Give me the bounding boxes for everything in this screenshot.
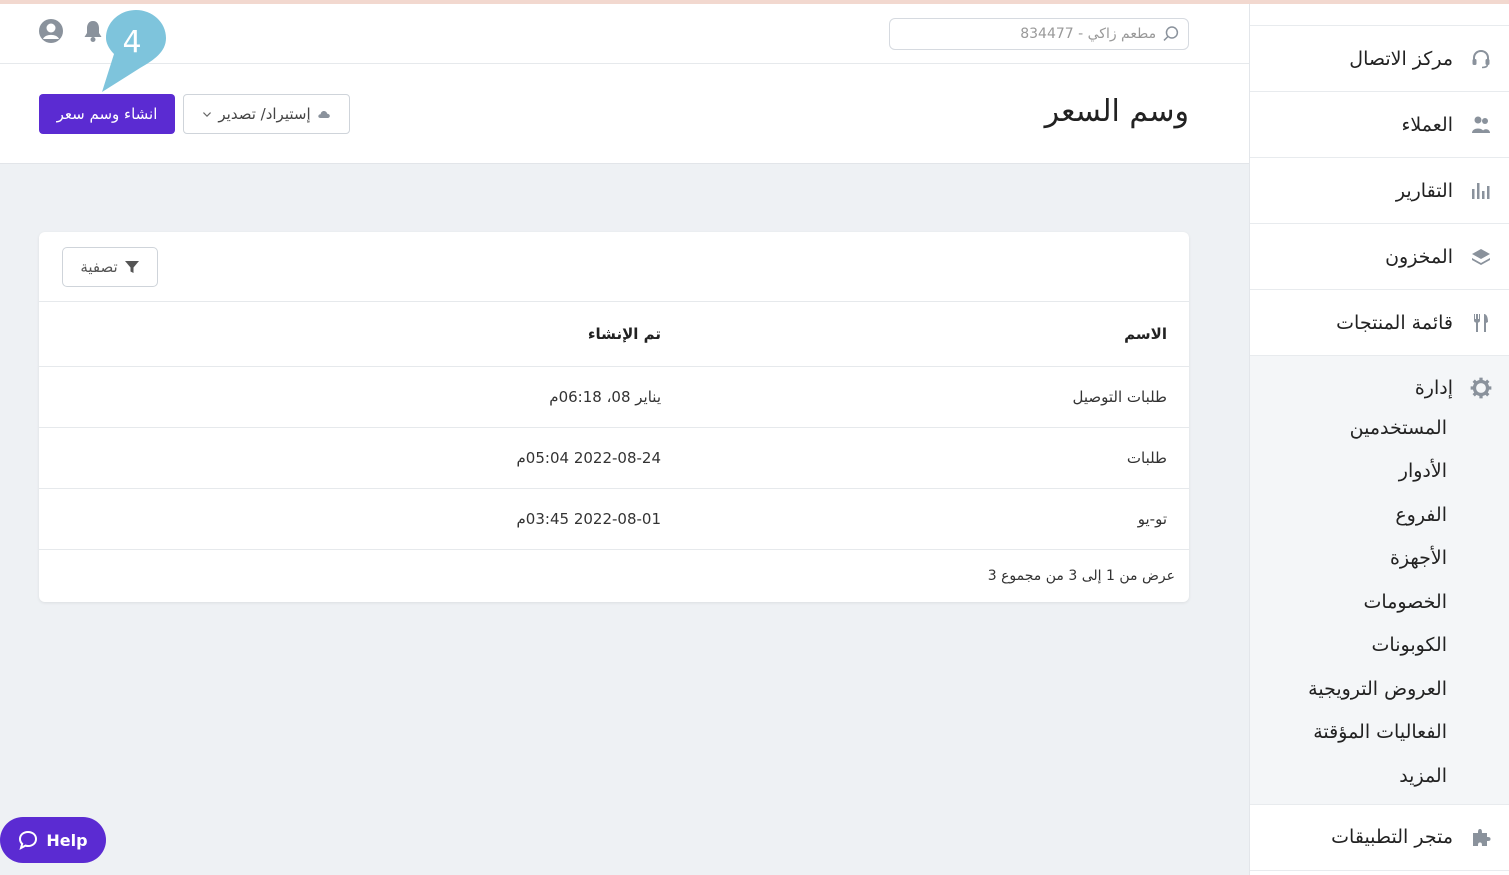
row-name[interactable]: تو-يو <box>661 488 1189 550</box>
table-row[interactable]: طلبات 2022-08-24 05:04م <box>39 427 1189 489</box>
sidebar-subitem-discounts[interactable]: الخصومات <box>1250 580 1509 624</box>
sidebar-subitem-timed-events[interactable]: الفعاليات المؤقتة <box>1250 711 1509 755</box>
fork-knife-icon <box>1469 311 1493 335</box>
search-icon <box>1163 26 1179 41</box>
sidebar-item-admin[interactable]: إدارة <box>1250 370 1509 406</box>
sidebar-item-label: إدارة <box>1414 377 1453 399</box>
top-bar <box>0 4 1249 64</box>
search-box[interactable] <box>889 18 1189 50</box>
sidebar-item-inventory[interactable]: المخزون <box>1250 224 1509 290</box>
chevron-down-icon <box>203 112 212 117</box>
row-created: 2022-08-01 03:45م <box>39 488 661 550</box>
layers-icon <box>1469 245 1493 269</box>
import-export-button[interactable]: إستيراد/ تصدير <box>183 94 350 134</box>
sidebar-subitem-promotions[interactable]: العروض الترويجية <box>1250 667 1509 711</box>
sidebar-item-label: العملاء <box>1401 113 1454 136</box>
column-header-name[interactable]: الاسم <box>661 302 1189 367</box>
page-title: وسم السعر <box>1044 94 1189 129</box>
filter-label: تصفية <box>80 258 118 276</box>
gear-icon <box>1469 376 1493 400</box>
cloud-icon <box>317 110 330 118</box>
chat-bubble-icon <box>19 830 38 850</box>
sidebar: مركز الاتصال العملاء التقارير المخزون قا… <box>1249 4 1509 875</box>
page-header: وسم السعر إستيراد/ تصدير انشاء وسم سعر <box>0 64 1249 164</box>
table-row[interactable]: تو-يو 2022-08-01 03:45م <box>39 488 1189 550</box>
sidebar-section-admin: إدارة المستخدمين الأدوار الفروع الأجهزة … <box>1250 356 1509 805</box>
customers-icon <box>1469 113 1493 137</box>
step-marker: 4 <box>102 10 166 92</box>
import-export-label: إستيراد/ تصدير <box>218 105 311 123</box>
sidebar-item-app-store[interactable]: متجر التطبيقات <box>1250 805 1509 871</box>
row-created: يناير 08، 06:18م <box>39 366 661 428</box>
user-avatar-icon[interactable] <box>38 18 64 44</box>
sidebar-item-label: قائمة المنتجات <box>1336 311 1453 334</box>
row-name[interactable]: طلبات التوصيل <box>661 366 1189 428</box>
sidebar-item-label: التقارير <box>1395 179 1453 202</box>
sidebar-subitem-users[interactable]: المستخدمين <box>1250 406 1509 450</box>
sidebar-item-menu[interactable]: قائمة المنتجات <box>1250 290 1509 356</box>
funnel-icon <box>124 261 139 273</box>
sidebar-top-stub <box>1250 4 1509 26</box>
headset-icon <box>1469 47 1493 71</box>
sidebar-subitem-coupons[interactable]: الكوبونات <box>1250 624 1509 668</box>
sidebar-subitem-more[interactable]: المزيد <box>1250 754 1509 798</box>
column-header-created[interactable]: تم الإنشاء <box>39 302 661 367</box>
sidebar-subitem-roles[interactable]: الأدوار <box>1250 450 1509 494</box>
puzzle-icon <box>1469 825 1493 849</box>
price-tags-card: تصفية الاسم تم الإنشاء طلبات التوصيل ينا… <box>39 232 1189 602</box>
card-toolbar: تصفية <box>39 232 1189 302</box>
sidebar-item-reports[interactable]: التقارير <box>1250 158 1509 224</box>
table-row[interactable]: طلبات التوصيل يناير 08، 06:18م <box>39 366 1189 428</box>
table-header-row: الاسم تم الإنشاء <box>39 302 1189 367</box>
price-tags-table: الاسم تم الإنشاء طلبات التوصيل يناير 08،… <box>39 302 1189 550</box>
help-button[interactable]: Help <box>0 817 106 863</box>
sidebar-item-call-center[interactable]: مركز الاتصال <box>1250 26 1509 92</box>
row-name[interactable]: طلبات <box>661 427 1189 489</box>
row-created: 2022-08-24 05:04م <box>39 427 661 489</box>
sidebar-item-label: متجر التطبيقات <box>1331 826 1453 848</box>
sidebar-subitem-branches[interactable]: الفروع <box>1250 493 1509 537</box>
sidebar-subitem-devices[interactable]: الأجهزة <box>1250 537 1509 581</box>
sidebar-item-label: مركز الاتصال <box>1349 47 1453 70</box>
bar-chart-icon <box>1469 179 1493 203</box>
sidebar-item-label: المخزون <box>1385 245 1453 268</box>
step-number: 4 <box>122 25 141 60</box>
sidebar-item-customers[interactable]: العملاء <box>1250 92 1509 158</box>
create-price-tag-button[interactable]: انشاء وسم سعر <box>39 94 175 134</box>
filter-button[interactable]: تصفية <box>62 247 158 287</box>
pagination-info: عرض من 1 إلى 3 من مجموع 3 <box>987 568 1175 584</box>
search-input[interactable] <box>898 26 1157 42</box>
help-label: Help <box>46 830 88 850</box>
